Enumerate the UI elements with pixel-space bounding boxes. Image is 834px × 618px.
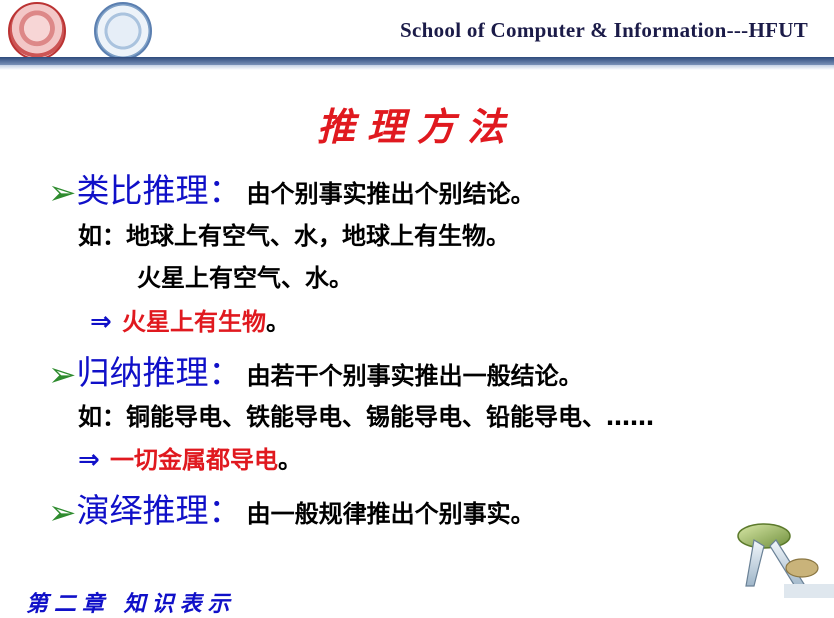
example-line: 火星上有空气、水。 [137, 264, 353, 292]
university-logo-right [94, 2, 152, 60]
term-label: 归纳推理： [76, 353, 242, 392]
double-arrow-icon: ⇒ [78, 445, 100, 475]
header-rule-shadow [0, 65, 834, 70]
conclusion-line: ⇒ 一切金属都导电。 [78, 440, 302, 475]
term-label: 类比推理： [76, 171, 242, 210]
example-line: 如：地球上有空气、水，地球上有生物。 [78, 222, 510, 250]
arrow-bullet-icon: ➢ [48, 355, 77, 395]
conclusion-text: 火星上有生物 [121, 308, 266, 336]
bullet-item-deduction: ➢演绎推理： 由一般规律推出个别事实。 [48, 484, 535, 533]
conclusion-punct: 。 [277, 446, 302, 474]
university-logo-left [8, 2, 66, 60]
term-description: 由个别事实推出个别结论。 [246, 180, 535, 208]
term-description: 由若干个别事实推出一般结论。 [246, 362, 583, 390]
arrow-bullet-icon: ➢ [48, 493, 77, 533]
arrow-bullet-icon: ➢ [48, 173, 77, 213]
lab-flask-decoration-icon [737, 523, 834, 598]
conclusion-text: 一切金属都导电 [109, 446, 278, 474]
slide-title: 推理方法 [316, 104, 517, 149]
bullet-item-analogy: ➢类比推理： 由个别事实推出个别结论。 [48, 164, 535, 213]
example-line: 如：铜能导电、铁能导电、锡能导电、铅能导电、…… [78, 403, 654, 431]
slide-header: School of Computer & Information---HFUT [0, 0, 834, 70]
term-label: 演绎推理： [76, 491, 242, 530]
school-name: School of Computer & Information---HFUT [400, 18, 808, 42]
bullet-item-induction: ➢归纳推理： 由若干个别事实推出一般结论。 [48, 346, 583, 395]
conclusion-punct: 。 [265, 308, 290, 336]
term-description: 由一般规律推出个别事实。 [246, 500, 535, 528]
chapter-footer: 第二章 知识表示 [26, 591, 236, 617]
double-arrow-icon: ⇒ [90, 307, 112, 337]
conclusion-line: ⇒ 火星上有生物。 [90, 302, 290, 337]
header-rule [0, 57, 834, 65]
